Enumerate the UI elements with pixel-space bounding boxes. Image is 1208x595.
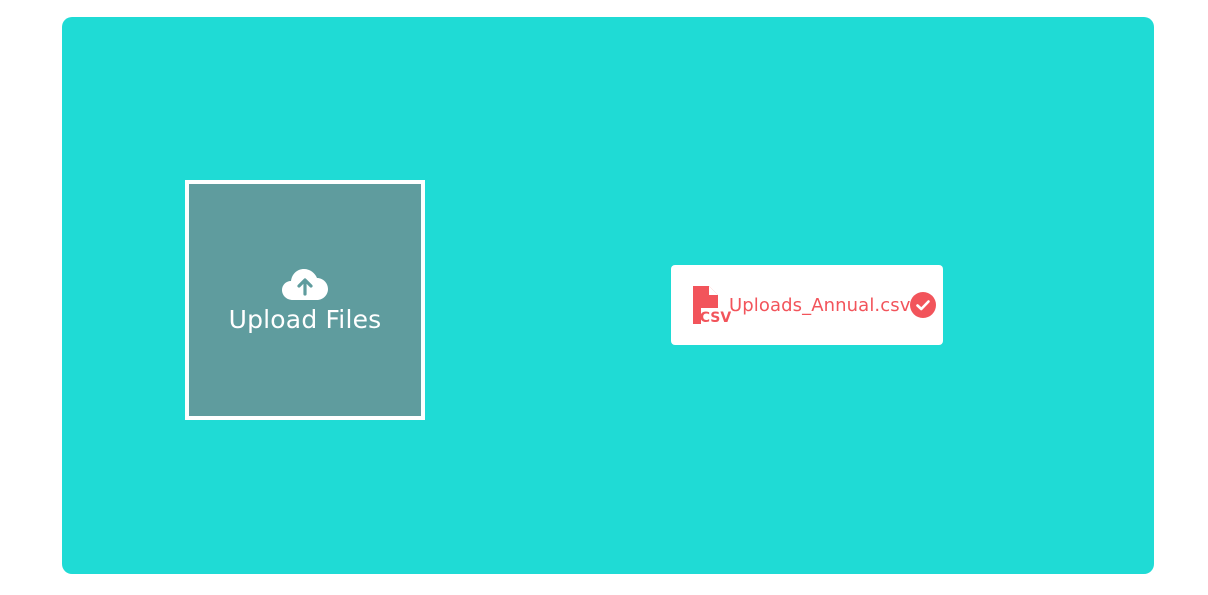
- upload-files-label: Upload Files: [228, 305, 382, 334]
- csv-badge: CSV: [700, 310, 731, 325]
- uploaded-file-card: CSV Uploads_Annual.csv: [671, 265, 943, 345]
- cloud-upload-icon: [282, 269, 328, 300]
- upload-files-button[interactable]: Upload Files: [185, 180, 425, 420]
- check-circle-icon: [910, 292, 937, 318]
- file-name: Uploads_Annual.csv: [729, 294, 911, 316]
- csv-file-icon: CSV: [693, 286, 731, 325]
